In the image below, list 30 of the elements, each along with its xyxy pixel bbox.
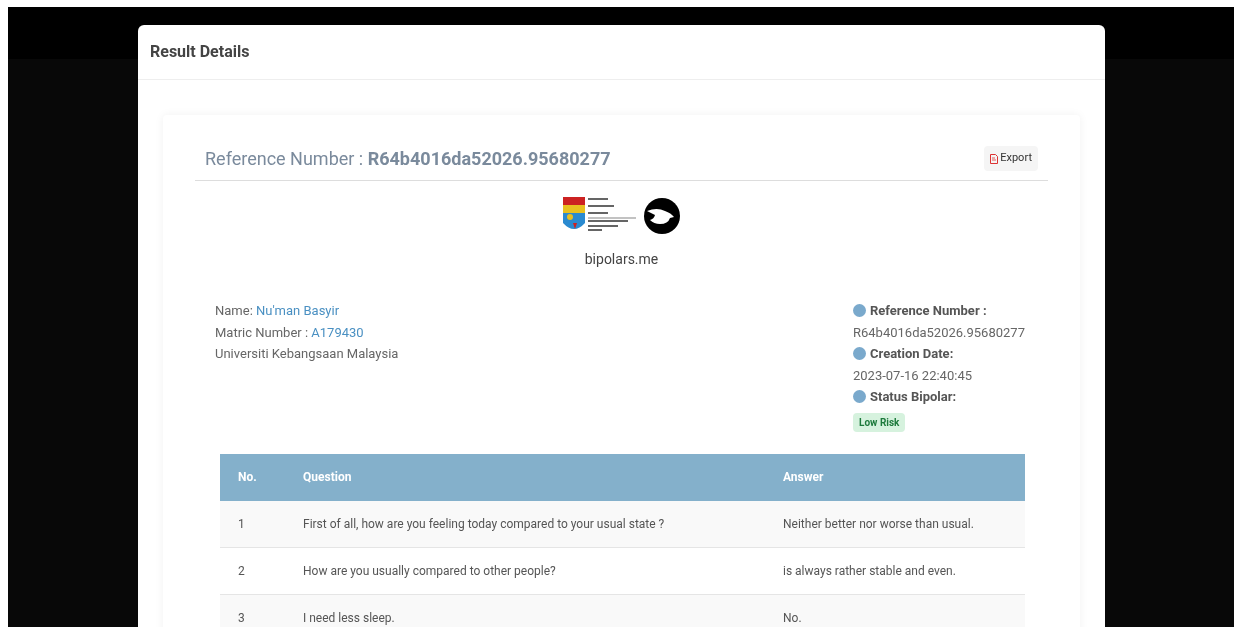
- status-badge: Low Risk: [853, 412, 906, 432]
- table-cell: I need less sleep.: [285, 594, 765, 627]
- table-cell: No.: [765, 594, 1025, 627]
- detail-label: Creation Date:: [870, 345, 954, 363]
- column-header: No.: [220, 453, 285, 501]
- reference-heading: Reference Number : R64b4016da52026.95680277: [205, 147, 611, 171]
- dot-icon: [853, 304, 866, 318]
- modal-title: Result Details: [150, 41, 250, 63]
- university-name: Universiti Kebangsaan Malaysia: [215, 345, 399, 363]
- detail-value: R64b4016da52026.95680277: [853, 323, 1026, 342]
- site-name: bipolars.me: [584, 251, 659, 267]
- student-field: Name: Nu'man Basyir: [215, 301, 399, 321]
- pdf-file-icon: [990, 153, 999, 164]
- table-cell: First of all, how are you feeling today compared to your usual state ?: [285, 500, 765, 548]
- table-cell: 2: [220, 547, 285, 595]
- detail-label: Status Bipolar:: [870, 388, 957, 406]
- student-field: Matric Number : A179430: [215, 322, 399, 342]
- dot-icon: [853, 390, 866, 404]
- column-header: Answer: [765, 453, 1025, 501]
- table-cell: is always rather stable and even.: [765, 547, 1025, 595]
- table-cell: How are you usually compared to other people?: [285, 547, 765, 595]
- detail-label: Reference Number :: [870, 302, 987, 320]
- export-button[interactable]: Export: [984, 146, 1038, 171]
- dot-icon: [853, 347, 866, 361]
- bird-head-logo-icon: [642, 197, 681, 235]
- table-cell: Neither better nor worse than usual.: [765, 500, 1025, 548]
- table-cell: 1: [220, 500, 285, 548]
- column-header: Question: [285, 453, 765, 501]
- detail-value: 2023-07-16 22:40:45: [853, 366, 973, 385]
- table-cell: 3: [220, 594, 285, 627]
